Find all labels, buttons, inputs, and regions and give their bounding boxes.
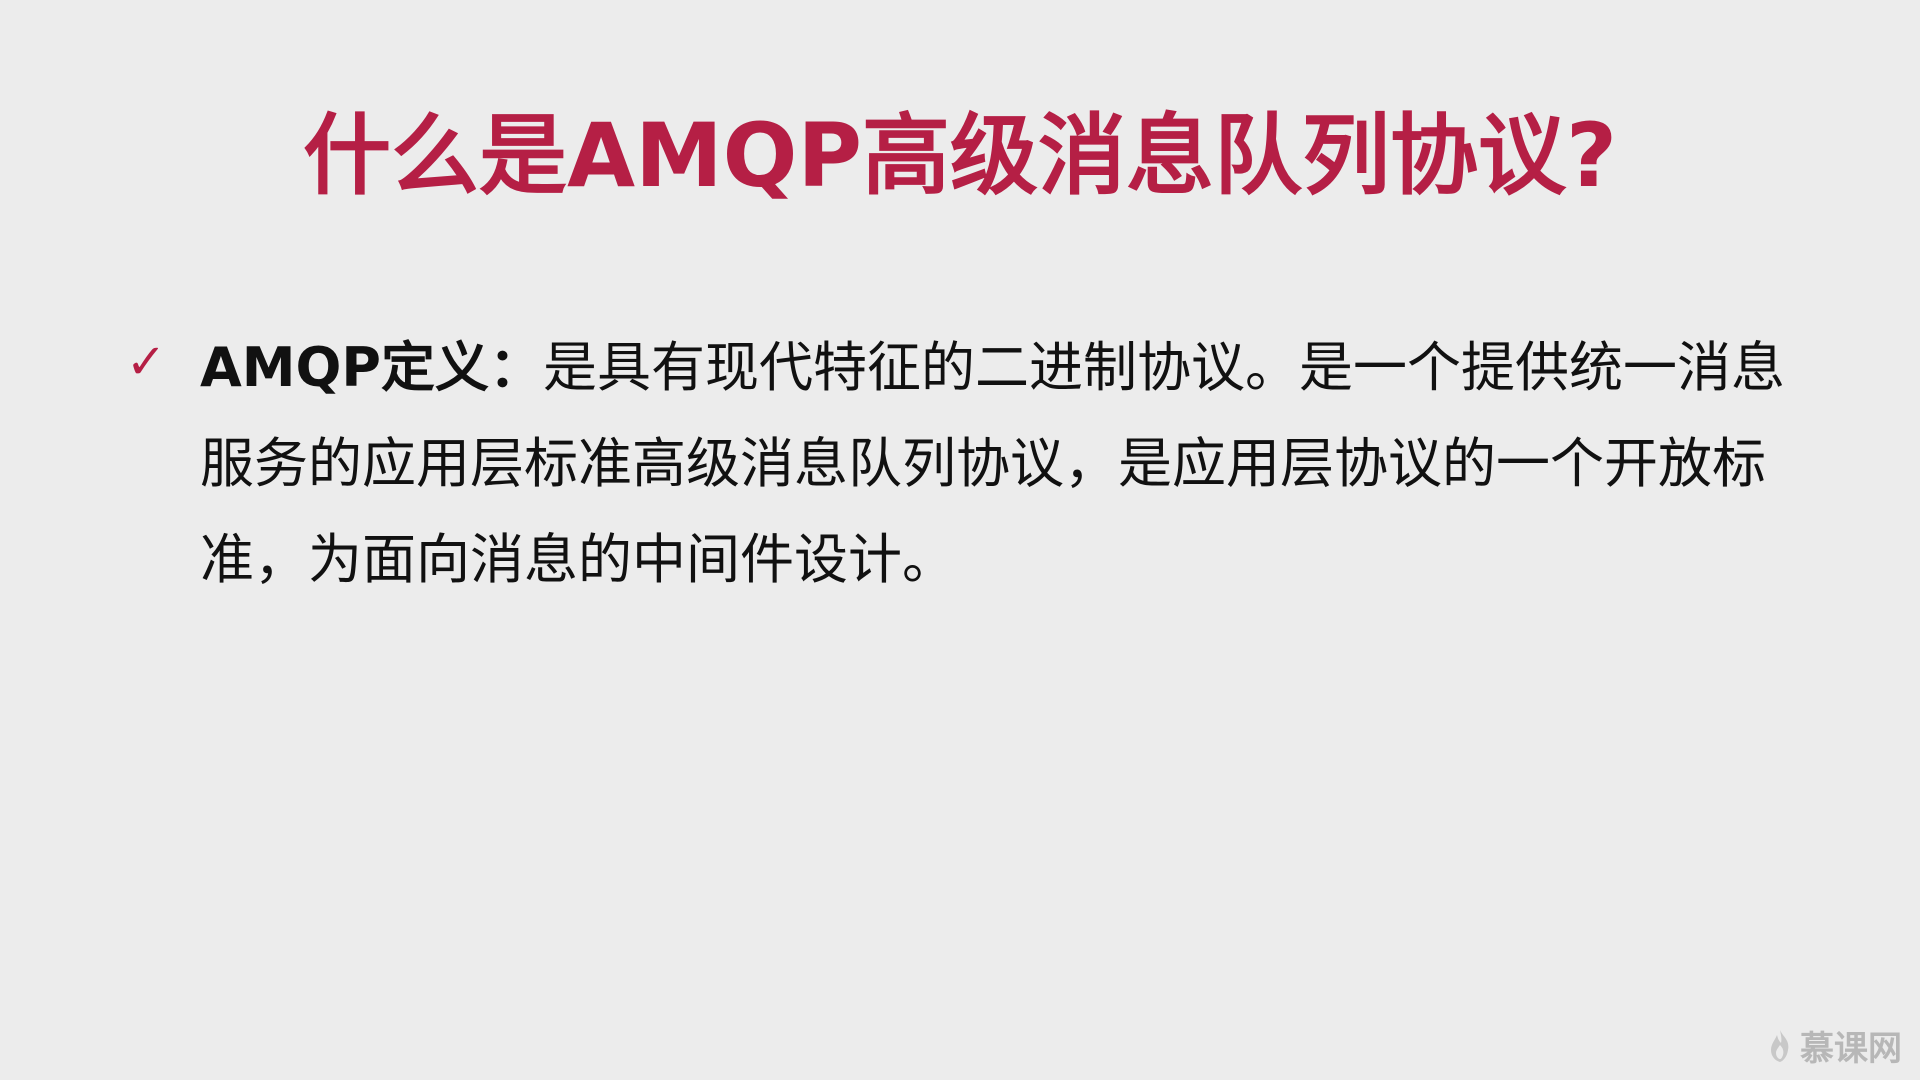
check-icon: ✓ — [126, 334, 167, 390]
bullet-item: ✓ AMQP定义：是具有现代特征的二进制协议。是一个提供统一消息服务的应用层标准… — [126, 320, 1786, 608]
flame-icon — [1771, 1029, 1789, 1062]
bullet-text: AMQP定义：是具有现代特征的二进制协议。是一个提供统一消息服务的应用层标准高级… — [200, 320, 1786, 608]
slide-title: 什么是AMQP高级消息队列协议? — [302, 104, 1618, 207]
watermark: 慕课网 — [1768, 1021, 1902, 1070]
slide: 什么是AMQP高级消息队列协议? ✓ AMQP定义：是具有现代特征的二进制协议。… — [0, 0, 1920, 1080]
bullet-label: AMQP定义： — [200, 336, 544, 399]
watermark-text: 慕课网 — [1800, 1029, 1902, 1069]
